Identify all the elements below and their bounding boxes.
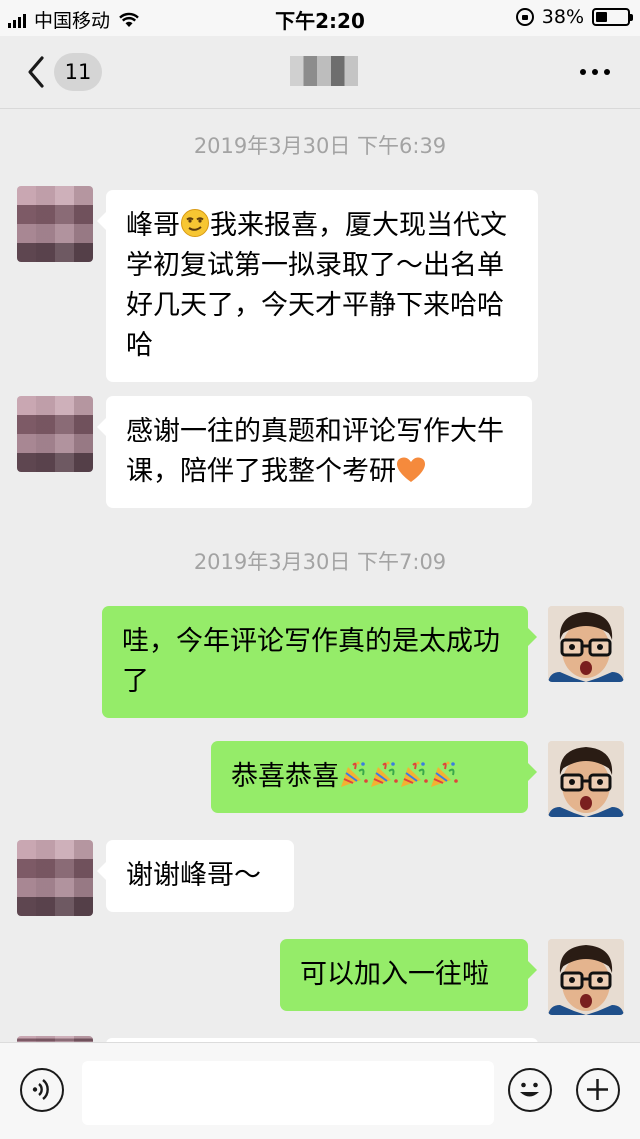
avatar-illustration [548,741,624,817]
party-popper-emoji [371,761,398,787]
party-popper-emoji [431,761,458,787]
orange-heart-emoji [397,457,425,482]
voice-icon[interactable] [20,1068,64,1112]
message-bubble-incoming[interactable]: 谢谢峰哥～ [97,840,294,912]
message-text: 恭喜恭喜 [231,761,339,792]
message-input[interactable] [82,1061,494,1125]
party-popper-emoji-group [339,761,459,792]
status-bar: 中国移动 下午2:20 38% [0,0,640,36]
message-bubble-outgoing[interactable]: 可以加入一往啦 [280,939,537,1011]
input-bar [0,1042,640,1139]
message-bubble-outgoing[interactable]: 哇，今年评论写作真的是太成功了 [102,606,537,718]
avatar-illustration [548,939,624,1015]
battery-icon [592,8,633,26]
battery-percent: 38% [541,6,584,28]
self-avatar[interactable] [548,606,624,682]
chat-header: 11 [0,36,640,109]
message-text: 峰哥 [126,210,180,241]
timestamp: 2019年3月30日 下午7:09 [193,550,447,574]
unread-count-badge[interactable]: 11 [54,53,102,91]
message-bubble-incoming[interactable]: 感谢一往的真题和评论写作大牛课，陪伴了我整个考研 [97,396,532,508]
message-text: 可以加入一往啦 [300,959,489,990]
rotation-lock-icon [515,8,534,26]
back-chevron-icon[interactable] [22,54,52,90]
smirk-face-emoji [181,209,209,237]
contact-avatar[interactable] [17,396,93,472]
message-text: 谢谢峰哥～ [126,860,261,891]
message-text: 哇，今年评论写作真的是太成功了 [122,626,500,697]
emoji-icon[interactable] [508,1068,552,1112]
contact-avatar[interactable] [17,840,93,916]
party-popper-emoji [341,761,368,787]
self-avatar[interactable] [548,741,624,817]
more-icon[interactable] [580,69,610,75]
chat-title-blurred [290,56,358,86]
avatar-illustration [548,606,624,682]
message-bubble-incoming[interactable]: 峰哥 我来报喜，厦大现当代文学初复试第一拟录取了～出名单好几天了，今天才平静下来… [97,190,538,382]
plus-icon[interactable] [576,1068,620,1112]
self-avatar[interactable] [548,939,624,1015]
timestamp: 2019年3月30日 下午6:39 [193,134,447,158]
message-text: 感谢一往的真题和评论写作大牛课，陪伴了我整个考研 [126,416,504,487]
party-popper-emoji [401,761,428,787]
contact-avatar[interactable] [17,186,93,262]
message-bubble-outgoing[interactable]: 恭喜恭喜 [211,741,537,813]
status-right: 38% [515,6,633,28]
